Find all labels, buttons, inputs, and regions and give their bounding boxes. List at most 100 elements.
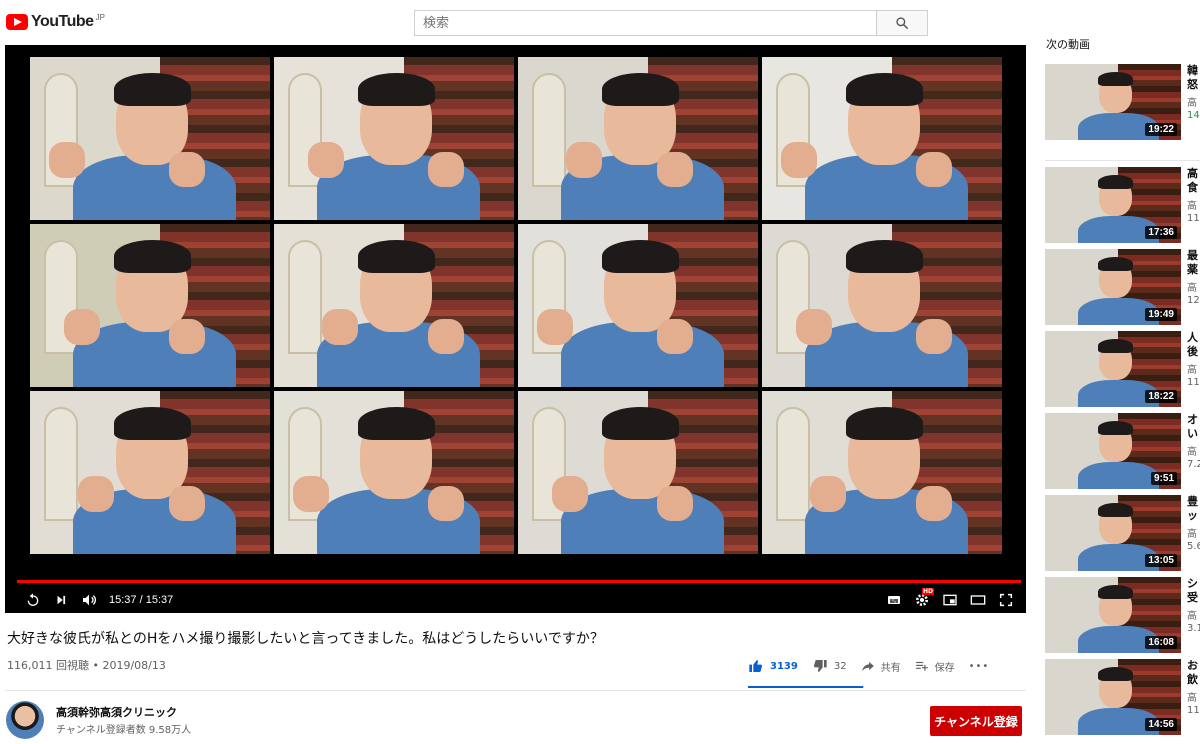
video-player[interactable]: 15:37 / 15:37 HD: [5, 45, 1026, 613]
search-button[interactable]: [876, 10, 928, 36]
recommended-title[interactable]: 人 後: [1187, 331, 1200, 359]
end-screen-grid: [30, 57, 1003, 554]
recommended-views: 7.2: [1187, 459, 1200, 470]
person-hand: [915, 485, 952, 522]
recommended-video[interactable]: 9:51 オ い高 7.2: [1045, 413, 1200, 489]
person-body: [1077, 461, 1160, 489]
recommended-channel[interactable]: 高: [1187, 525, 1200, 540]
like-button[interactable]: 3139: [748, 658, 798, 674]
next-icon: [57, 595, 66, 604]
dislike-button[interactable]: 32: [812, 658, 847, 674]
channel-avatar[interactable]: [6, 701, 44, 739]
person-hand: [551, 475, 588, 512]
person-hair: [358, 73, 435, 106]
person-hand: [322, 308, 358, 345]
recommended-channel[interactable]: 高: [1187, 443, 1200, 458]
recommended-video[interactable]: 18:22 人 後高 11: [1045, 331, 1200, 407]
recommended-channel[interactable]: 高: [1187, 361, 1200, 376]
video-actions: 3139 32 共有 保存 •••: [748, 652, 1003, 680]
person-hair: [358, 240, 435, 273]
video-frame-thumbnail: [518, 224, 758, 387]
video-thumbnail[interactable]: 19:22: [1045, 64, 1181, 140]
recommended-video[interactable]: 19:49 最 薬高 12: [1045, 249, 1200, 325]
recommended-title[interactable]: 高 食: [1187, 167, 1200, 195]
recommended-channel[interactable]: 高: [1187, 607, 1200, 622]
progress-bar[interactable]: [17, 580, 1021, 583]
youtube-play-icon: [6, 14, 28, 30]
recommended-video[interactable]: 13:05 豊 ッ高 5.6: [1045, 495, 1200, 571]
recommended-video[interactable]: 19:22 韓 怒高 14: [1045, 64, 1200, 140]
video-thumbnail[interactable]: 19:49: [1045, 249, 1181, 325]
volume-button[interactable]: [75, 586, 103, 613]
person-hair: [1098, 421, 1134, 436]
subscribe-button[interactable]: チャンネル登録: [930, 706, 1022, 736]
person-hand: [78, 475, 114, 512]
person-hand: [427, 485, 464, 522]
person-hair: [358, 407, 435, 440]
video-thumbnail[interactable]: 18:22: [1045, 331, 1181, 407]
settings-button[interactable]: HD: [908, 586, 936, 613]
thumbs-down-icon: [813, 660, 827, 672]
person-hair: [602, 73, 679, 106]
door: [44, 407, 78, 522]
recommended-video[interactable]: 17:36 高 食高 11: [1045, 167, 1200, 243]
door: [532, 73, 566, 188]
recommended-video[interactable]: 14:56 お 飲高 11: [1045, 659, 1200, 735]
recommended-title[interactable]: お 飲: [1187, 659, 1200, 687]
recommended-views: 11: [1187, 377, 1200, 388]
recommended-channel[interactable]: 高: [1187, 689, 1200, 704]
playlist-add-icon: [915, 661, 928, 671]
video-thumbnail[interactable]: 16:08: [1045, 577, 1181, 653]
theater-button[interactable]: [964, 586, 992, 613]
video-thumbnail[interactable]: 13:05: [1045, 495, 1181, 571]
video-frame-thumbnail: [274, 57, 514, 220]
recommended-channel[interactable]: 高: [1187, 197, 1200, 212]
theater-icon: [970, 594, 986, 605]
recommended-views: 11: [1187, 213, 1200, 224]
channel-name[interactable]: 高須幹弥高須クリニック: [56, 704, 177, 720]
view-count: 116,011 回視聴: [7, 659, 89, 672]
recommended-channel[interactable]: 高: [1187, 279, 1200, 294]
person-hand: [169, 485, 206, 522]
recommended-title[interactable]: オ い: [1187, 413, 1200, 441]
person-hair: [114, 240, 191, 273]
replay-button[interactable]: [19, 586, 47, 613]
person-hand: [915, 151, 952, 188]
recommended-views: 11: [1187, 705, 1200, 716]
video-duration: 19:49: [1145, 308, 1177, 321]
next-button[interactable]: [47, 586, 75, 613]
recommended-title[interactable]: 豊 ッ: [1187, 495, 1200, 523]
more-actions-button[interactable]: •••: [969, 661, 990, 672]
recommended-title[interactable]: シ 受: [1187, 577, 1200, 605]
share-button[interactable]: 共有: [861, 659, 901, 674]
recommended-title[interactable]: 韓 怒: [1187, 64, 1200, 92]
top-bar: YouTube JP: [0, 0, 1200, 44]
save-button[interactable]: 保存: [915, 659, 955, 674]
video-frame-thumbnail: [30, 391, 270, 554]
recommended-channel[interactable]: 高: [1187, 94, 1200, 109]
subtitles-button[interactable]: [880, 586, 908, 613]
recommended-video[interactable]: 16:08 シ 受高 3.1: [1045, 577, 1200, 653]
recommended-views: 14: [1187, 110, 1200, 121]
video-frame-thumbnail: [274, 391, 514, 554]
miniplayer-button[interactable]: [936, 586, 964, 613]
video-thumbnail[interactable]: 17:36: [1045, 167, 1181, 243]
person-hand: [781, 141, 818, 178]
video-thumbnail[interactable]: 14:56: [1045, 659, 1181, 735]
time-current: 15:37: [109, 593, 137, 606]
person-hair: [1098, 585, 1134, 600]
player-controls-right: HD: [880, 586, 1020, 613]
recommended-title[interactable]: 最 薬: [1187, 249, 1200, 277]
video-thumbnail[interactable]: 9:51: [1045, 413, 1181, 489]
volume-icon: [83, 594, 96, 605]
video-duration: 16:08: [1145, 636, 1177, 649]
youtube-logo[interactable]: YouTube JP: [6, 12, 105, 32]
fullscreen-button[interactable]: [992, 586, 1020, 613]
recommended-views: 3.1: [1187, 623, 1200, 634]
video-frame-thumbnail: [762, 391, 1002, 554]
search-input[interactable]: [414, 10, 876, 36]
video-frame-thumbnail: [274, 224, 514, 387]
search-icon: [896, 17, 909, 30]
person-hand: [293, 475, 330, 512]
subtitles-icon: [888, 595, 900, 604]
